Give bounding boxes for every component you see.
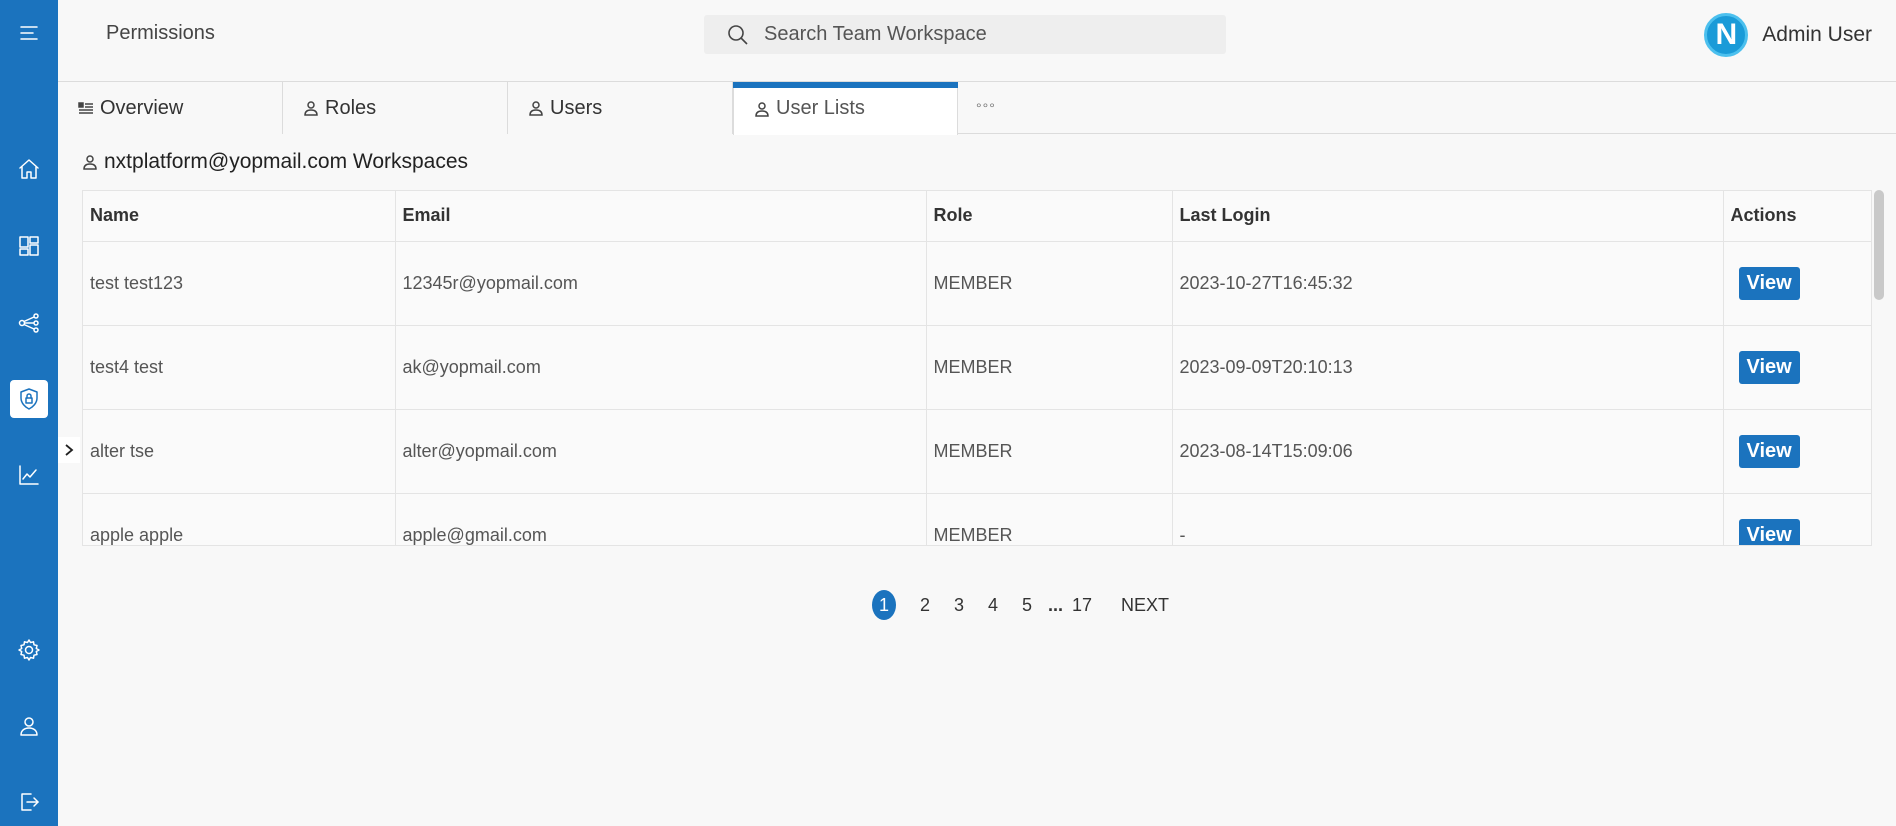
tab-more-button[interactable]: °°° (958, 82, 996, 133)
user-icon (755, 101, 769, 117)
sidebar-item-settings[interactable] (10, 631, 48, 669)
cell-actions: View (1723, 325, 1871, 410)
cell-role: MEMBER (926, 409, 1173, 494)
cell-last-login: 2023-10-27T16:45:32 (1172, 241, 1724, 326)
user-name: Admin User (1762, 23, 1872, 46)
page-button-1[interactable]: 1 (872, 590, 896, 620)
cell-actions: View (1723, 241, 1871, 326)
user-icon (20, 717, 38, 736)
pagination: 1 2 3 4 5 ... 17 NEXT (872, 590, 1169, 620)
table-row: alter tse alter@yopmail.com MEMBER 2023-… (83, 409, 1871, 494)
column-header-role[interactable]: Role (926, 191, 1173, 242)
sidebar-item-connections[interactable] (10, 304, 48, 342)
cell-role: MEMBER (926, 493, 1173, 545)
page-button-3[interactable]: 3 (946, 590, 972, 620)
cell-role: MEMBER (926, 241, 1173, 326)
analytics-icon (19, 465, 39, 485)
cell-actions: View (1723, 409, 1871, 494)
next-page-button[interactable]: NEXT (1121, 595, 1169, 616)
search-icon (728, 24, 748, 45)
table-row: apple apple apple@gmail.com MEMBER - Vie… (83, 493, 1871, 545)
tab-label: User Lists (776, 97, 865, 119)
avatar: N (1704, 13, 1749, 57)
section-title-text: nxtplatform@yopmail.com Workspaces (104, 150, 469, 173)
tab-label: Overview (100, 96, 184, 119)
cell-name: apple apple (83, 493, 396, 545)
tab-label: Roles (325, 96, 377, 119)
table-row: test4 test ak@yopmail.com MEMBER 2023-09… (83, 325, 1871, 410)
search-bar[interactable] (704, 15, 1226, 54)
menu-icon (20, 26, 38, 40)
section-title: nxtplatform@yopmail.com Workspaces (82, 150, 468, 174)
user-table: Name Email Role Last Login Actions test … (83, 191, 1871, 545)
user-table-container: Name Email Role Last Login Actions test … (82, 190, 1872, 546)
cell-role: MEMBER (926, 325, 1173, 410)
user-menu[interactable]: N Admin User (1704, 13, 1872, 57)
tab-label: Users (550, 96, 603, 119)
sidebar-item-logout[interactable] (10, 783, 48, 821)
view-button[interactable]: View (1738, 266, 1800, 300)
cell-actions: View (1723, 493, 1871, 545)
cell-name: test4 test (83, 325, 396, 410)
list-icon (78, 102, 93, 114)
tab-overview[interactable]: Overview (58, 82, 283, 134)
expand-panel-button[interactable] (58, 437, 80, 463)
share-nodes-icon (18, 313, 39, 333)
home-icon (19, 159, 39, 179)
user-icon (83, 155, 97, 170)
sidebar-item-analytics[interactable] (10, 456, 48, 494)
chevron-right-icon (65, 444, 74, 456)
column-header-actions: Actions (1723, 191, 1871, 242)
sidebar-item-dashboard[interactable] (10, 227, 48, 265)
cell-name: test test123 (83, 241, 396, 326)
logout-icon (21, 793, 39, 811)
tab-users[interactable]: Users (508, 82, 733, 134)
pagination-ellipsis: ... (1048, 594, 1064, 615)
sidebar-item-profile[interactable] (10, 707, 48, 745)
view-button[interactable]: View (1738, 350, 1800, 384)
page-button-last[interactable]: 17 (1069, 590, 1095, 620)
table-scrollbar[interactable] (1872, 190, 1886, 546)
column-header-name[interactable]: Name (83, 191, 396, 242)
cell-email: alter@yopmail.com (395, 409, 927, 494)
user-icon (529, 101, 543, 116)
cell-name: alter tse (83, 409, 396, 494)
search-input[interactable] (764, 23, 1204, 46)
cell-last-login: - (1172, 493, 1724, 545)
page-button-5[interactable]: 5 (1014, 590, 1040, 620)
page-button-4[interactable]: 4 (980, 590, 1006, 620)
sidebar-item-permissions[interactable] (10, 380, 48, 418)
page-button-2[interactable]: 2 (912, 590, 938, 620)
sidebar-item-home[interactable] (10, 150, 48, 188)
menu-button[interactable] (10, 14, 48, 52)
table-header-row: Name Email Role Last Login Actions (83, 191, 1871, 242)
view-button[interactable]: View (1738, 518, 1800, 545)
cell-last-login: 2023-08-14T15:09:06 (1172, 409, 1724, 494)
gear-icon (18, 639, 40, 661)
sidebar (0, 0, 58, 826)
user-icon (304, 101, 318, 116)
tab-user-lists[interactable]: User Lists (733, 82, 958, 135)
column-header-last-login[interactable]: Last Login (1172, 191, 1724, 242)
table-row: test test123 12345r@yopmail.com MEMBER 2… (83, 241, 1871, 326)
cell-email: apple@gmail.com (395, 493, 927, 545)
cell-email: 12345r@yopmail.com (395, 241, 927, 326)
scrollbar-thumb[interactable] (1874, 190, 1884, 300)
cell-email: ak@yopmail.com (395, 325, 927, 410)
top-header: Permissions N Admin User (58, 0, 1896, 82)
view-button[interactable]: View (1738, 434, 1800, 468)
dashboard-icon (19, 236, 39, 256)
cell-last-login: 2023-09-09T20:10:13 (1172, 325, 1724, 410)
tab-bar: Overview Roles Users User Lists °°° (58, 82, 1896, 135)
column-header-email[interactable]: Email (395, 191, 927, 242)
page-title: Permissions (106, 22, 215, 44)
tab-roles[interactable]: Roles (283, 82, 508, 134)
shield-lock-icon (20, 388, 38, 410)
